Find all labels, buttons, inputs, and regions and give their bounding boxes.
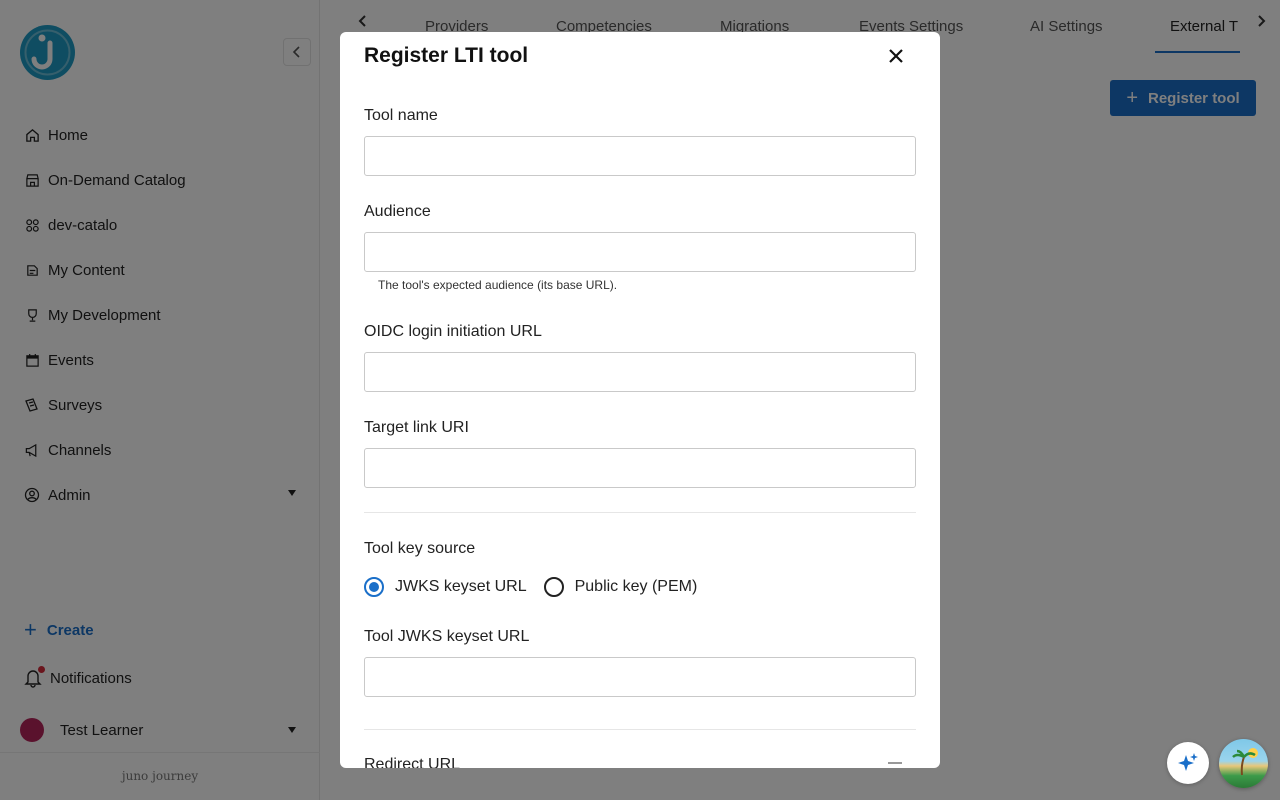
- close-button[interactable]: [884, 44, 908, 68]
- target-link-uri-label: Target link URI: [364, 419, 469, 436]
- radio-option-public-key[interactable]: Public key (PEM): [543, 577, 698, 597]
- trash-icon[interactable]: [888, 762, 902, 768]
- jwks-radio[interactable]: [364, 577, 384, 597]
- section-divider: [364, 512, 916, 513]
- redirect-url-label: Redirect URL: [364, 756, 461, 768]
- dialog-title: Register LTI tool: [364, 44, 529, 67]
- close-icon: [889, 49, 903, 63]
- sparkle-icon: [1178, 753, 1198, 771]
- tool-name-input[interactable]: [364, 136, 916, 176]
- tool-name-label: Tool name: [364, 107, 438, 124]
- audience-input[interactable]: [364, 232, 916, 272]
- tool-key-source-radio-group: JWKS keyset URL Public key (PEM): [364, 577, 714, 597]
- radio-label: Public key (PEM): [574, 578, 698, 595]
- profile-avatar-button[interactable]: [1219, 739, 1268, 788]
- jwks-url-label: Tool JWKS keyset URL: [364, 628, 530, 645]
- public-key-radio[interactable]: [543, 577, 564, 597]
- oidc-login-url-label: OIDC login initiation URL: [364, 323, 542, 340]
- target-link-uri-input[interactable]: [364, 448, 916, 488]
- beach-image-icon: [1232, 748, 1258, 776]
- tool-key-source-label: Tool key source: [364, 540, 476, 557]
- radio-label: JWKS keyset URL: [395, 578, 527, 595]
- radio-option-jwks[interactable]: JWKS keyset URL: [364, 577, 527, 597]
- audience-label: Audience: [364, 203, 431, 220]
- oidc-login-url-input[interactable]: [364, 352, 916, 392]
- jwks-url-input[interactable]: [364, 657, 916, 697]
- audience-helper-text: The tool's expected audience (its base U…: [378, 278, 618, 292]
- register-lti-tool-dialog: Register LTI tool Tool name Audience The…: [340, 32, 940, 768]
- section-divider: [364, 729, 916, 730]
- ai-assistant-button[interactable]: [1167, 742, 1209, 784]
